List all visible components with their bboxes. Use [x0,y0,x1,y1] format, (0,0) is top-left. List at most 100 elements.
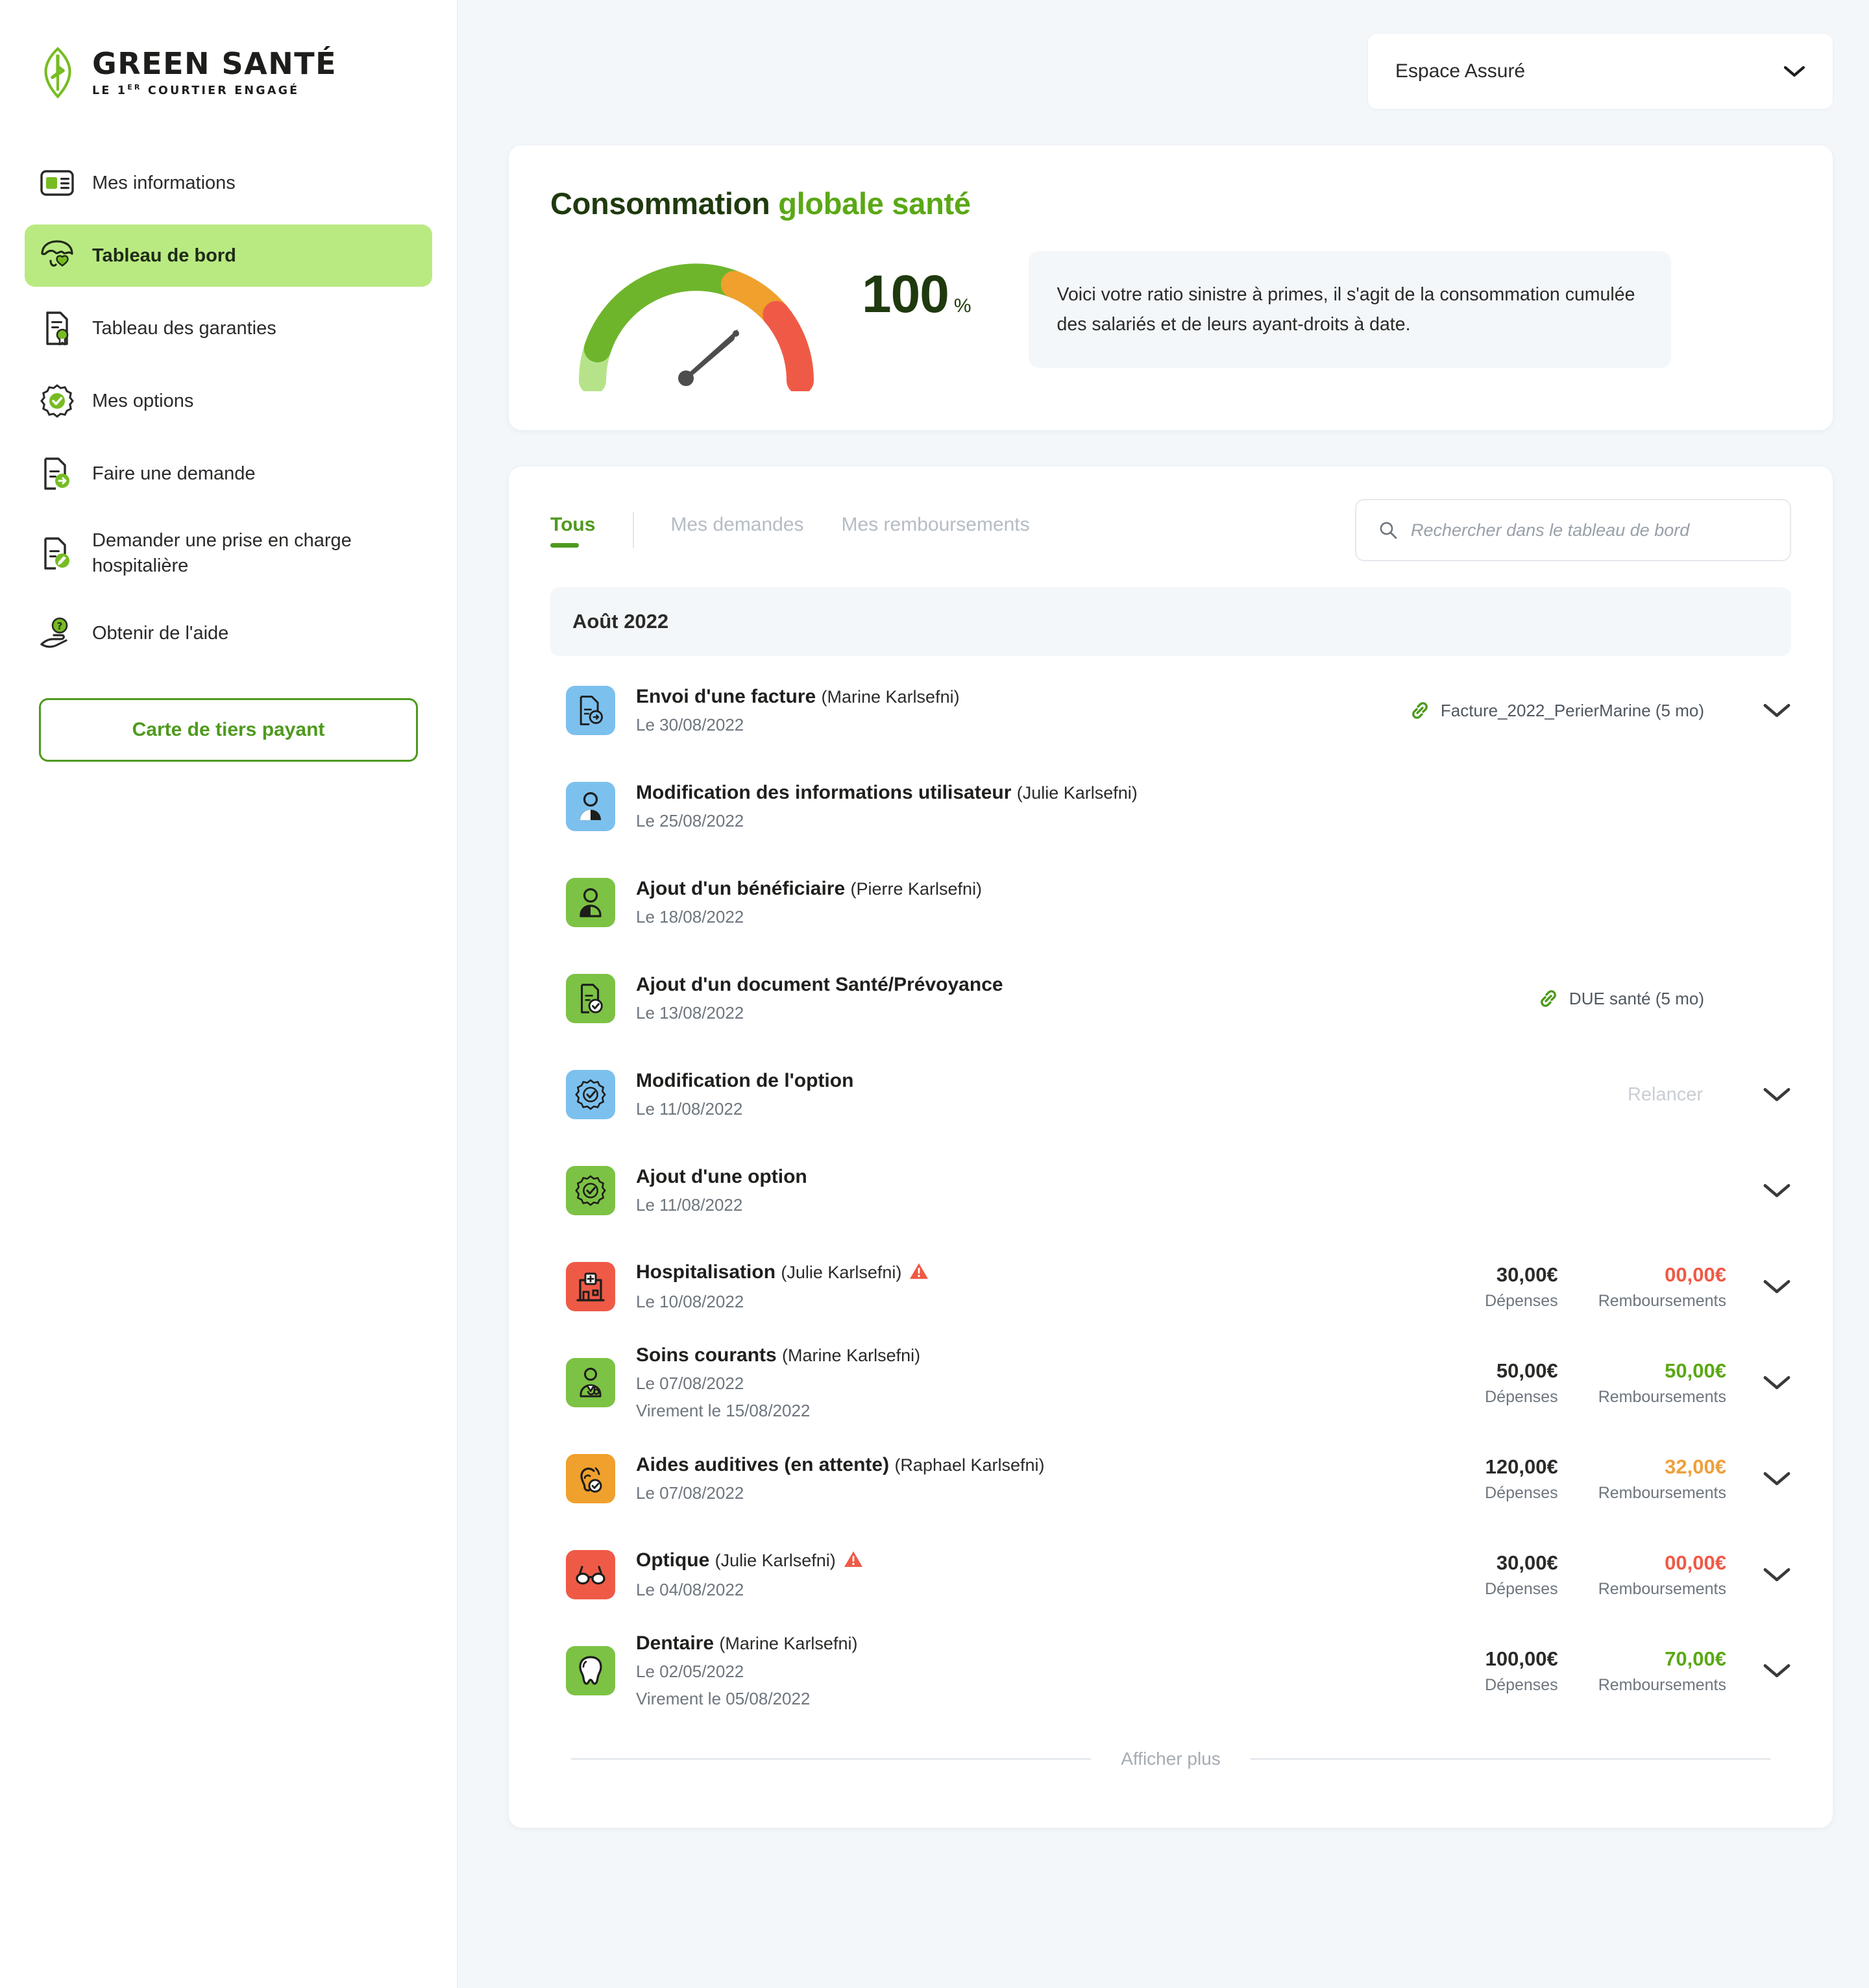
table-row[interactable]: Modification de l'option Le 11/08/2022 Rel… [509,1047,1833,1143]
table-row[interactable]: Ajout d'un bénéficiaire (Pierre Karlsefn… [509,855,1833,951]
document-pen-icon [39,535,75,572]
row-expand-button[interactable] [1763,1662,1791,1679]
espace-assure-dropdown[interactable]: Espace Assuré [1368,34,1833,109]
sidebar: GREEN SANTÉ LE 1ER COURTIER ENGAGÉ Mes i… [0,0,458,1988]
attachment-link[interactable]: Facture_2022_PerierMarine (5 mo) [1408,699,1704,722]
expense-value: 50,00€ [1496,1359,1558,1383]
table-row[interactable]: Optique (Julie Karlsefni) Le 04/08/2022 30… [509,1527,1833,1623]
carte-tiers-payant-button[interactable]: Carte de tiers payant [39,698,418,762]
certificate-icon [39,310,75,346]
dashboard-card: Tous Mes demandes Mes remboursements Aoû… [509,467,1833,1828]
row-date: Le 25/08/2022 [636,810,744,830]
warning-badge [844,1550,863,1575]
table-row[interactable]: Soins courants (Marine Karlsefni) Le 07/0… [509,1335,1833,1431]
table-row[interactable]: Ajout d'un document Santé/Prévoyance Le 1… [509,951,1833,1047]
row-transfer-date: Virement le 05/08/2022 [636,1688,811,1708]
tab-mes-remboursements[interactable]: Mes remboursements [842,514,1030,546]
consumption-number: 100 [862,265,949,324]
relancer-button[interactable]: Relancer [1628,1084,1703,1106]
tab-mes-demandes[interactable]: Mes demandes [670,514,803,546]
document-arrow-icon [566,686,615,735]
expense-value: 30,00€ [1496,1263,1558,1287]
table-row[interactable]: Ajout d'une option Le 11/08/2022 [509,1143,1833,1239]
attachment-link[interactable]: DUE santé (5 mo) [1537,987,1704,1010]
id-card-icon [39,165,75,201]
row-expand-button[interactable] [1763,1278,1791,1295]
consumption-card: Consommation globale santé 100 % Voici v… [509,145,1833,430]
badge-check-icon [566,1070,615,1119]
consumption-note: Voici votre ratio sinistre à primes, il … [1028,251,1671,369]
badge-check-icon [39,383,75,419]
refund-value: 00,00€ [1665,1551,1726,1575]
chevron-down-icon [1763,1472,1790,1486]
expense-label: Dépenses [1485,1675,1558,1694]
chevron-down-icon [1763,703,1790,718]
expense-amount: 30,00€ Dépenses [1485,1263,1558,1310]
attachment-name: Facture_2022_PerierMarine (5 mo) [1440,700,1704,720]
row-details: Dentaire (Marine Karlsefni) Le 02/05/2022… [636,1631,1445,1710]
tooth-icon [566,1646,615,1695]
hearing-aid-icon [566,1454,615,1503]
table-row[interactable]: Hospitalisation (Julie Karlsefni) Le 10/0… [509,1239,1833,1335]
doctor-icon [566,1358,615,1407]
row-expand-button[interactable] [1763,1086,1791,1103]
row-title: Optique (Julie Karlsefni) [636,1548,1445,1575]
row-title: Soins courants (Marine Karlsefni) [636,1344,921,1366]
refund-label: Remboursements [1598,1483,1726,1502]
row-details: Ajout d'un document Santé/Prévoyance Le 1… [636,973,1537,1024]
row-meta: 100,00€ Dépenses 70,00€ Remboursements [1445,1647,1791,1694]
umbrella-heart-icon [39,237,75,274]
sidebar-item-tableau-de-bord[interactable]: Tableau de bord [25,224,432,287]
refund-value: 70,00€ [1665,1647,1726,1671]
row-meta [1726,1182,1791,1199]
row-date: Le 04/08/2022 [636,1580,744,1600]
row-expand-button[interactable] [1763,1374,1791,1391]
tab-divider [633,512,635,548]
sidebar-item-tableau-des-garanties[interactable]: Tableau des garanties [25,297,432,359]
row-details: Hospitalisation (Julie Karlsefni) Le 10/0… [636,1260,1445,1314]
sidebar-item-mes-informations[interactable]: Mes informations [25,152,432,214]
consumption-title: Consommation globale santé [550,186,971,221]
row-expand-button[interactable] [1763,1182,1791,1199]
link-icon [1541,990,1556,1007]
row-details: Modification des informations utilisateu… [636,781,1726,832]
refund-amount: 00,00€ Remboursements [1598,1263,1726,1310]
chevron-down-icon [1763,1664,1790,1678]
refund-amount: 50,00€ Remboursements [1598,1359,1726,1406]
show-more-button[interactable]: Afficher plus [1091,1749,1251,1769]
row-expand-button[interactable] [1763,1470,1791,1487]
sidebar-item-faire-une-demande[interactable]: Faire une demande [25,442,432,505]
warning-icon [844,1551,862,1567]
row-expand-button[interactable] [1763,702,1791,719]
consumption-note-text: Voici votre ratio sinistre à primes, il … [1057,284,1635,335]
sidebar-item-label: Demander une prise en charge hospitalièr… [92,530,352,576]
table-row[interactable]: Aides auditives (en attente) (Raphael Ka… [509,1431,1833,1527]
row-title: Aides auditives (en attente) (Raphael Ka… [636,1454,1045,1476]
tab-tous[interactable]: Tous [550,514,595,548]
row-date: Le 11/08/2022 [636,1098,743,1119]
sidebar-item-obtenir-de-laide[interactable]: ? Obtenir de l'aide [25,602,432,664]
refund-value: 00,00€ [1665,1263,1726,1287]
expense-amount: 100,00€ Dépenses [1485,1647,1558,1694]
search-input[interactable] [1411,520,1768,540]
expense-label: Dépenses [1485,1387,1558,1406]
sidebar-item-prise-en-charge-hospitaliere[interactable]: Demander une prise en charge hospitalièr… [25,515,432,592]
search-box[interactable] [1355,499,1791,561]
brand-logo[interactable]: GREEN SANTÉ LE 1ER COURTIER ENGAGÉ [0,36,457,109]
row-date: Le 10/08/2022 [636,1292,744,1312]
table-row[interactable]: Modification des informations utilisateu… [509,758,1833,855]
row-expand-button[interactable] [1763,1566,1791,1583]
row-meta: 30,00€ Dépenses 00,00€ Remboursements [1445,1263,1791,1310]
row-details: Modification de l'option Le 11/08/2022 [636,1069,1628,1121]
amounts: 30,00€ Dépenses 00,00€ Remboursements [1445,1263,1726,1310]
search-icon [1380,522,1397,539]
row-meta: 50,00€ Dépenses 50,00€ Remboursements [1445,1359,1791,1406]
table-row[interactable]: Dentaire (Marine Karlsefni) Le 02/05/2022… [509,1623,1833,1719]
sidebar-item-mes-options[interactable]: Mes options [25,370,432,432]
row-meta: 120,00€ Dépenses 32,00€ Remboursements [1445,1455,1791,1502]
table-row[interactable]: Envoi d'une facture (Marine Karlsefni) Le… [509,662,1833,758]
amounts: 120,00€ Dépenses 32,00€ Remboursements [1445,1455,1726,1502]
document-arrow-icon [39,455,75,492]
month-group-header: Août 2022 [550,587,1791,656]
consumption-unit: % [953,295,971,317]
